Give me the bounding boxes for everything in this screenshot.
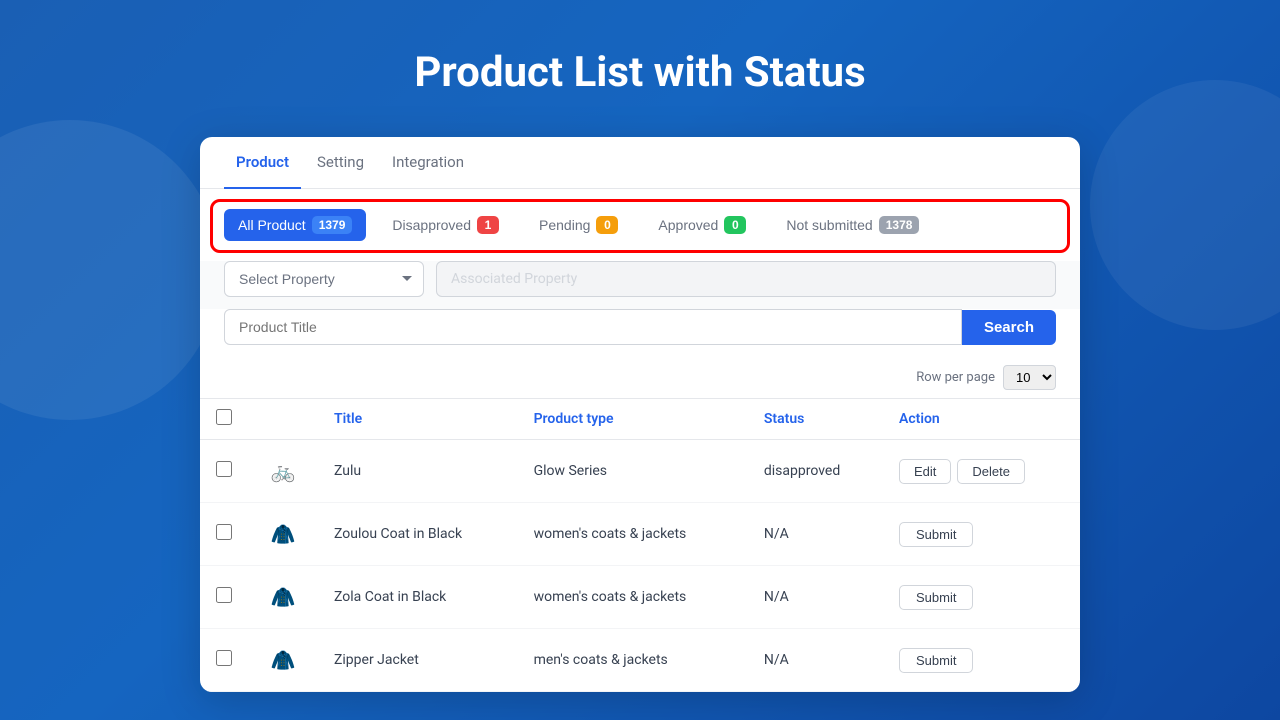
tab-setting[interactable]: Setting	[305, 137, 376, 189]
select-property[interactable]: Select Property	[224, 261, 424, 297]
tab-integration[interactable]: Integration	[380, 137, 476, 189]
product-status: disapproved	[748, 440, 883, 503]
product-type: women's coats & jackets	[518, 566, 748, 629]
filter-pending-badge: 0	[596, 216, 618, 234]
product-type: men's coats & jackets	[518, 629, 748, 692]
submit-button[interactable]: Submit	[899, 648, 973, 673]
search-row: Search	[200, 309, 1080, 357]
submit-button[interactable]: Submit	[899, 585, 973, 610]
tab-product[interactable]: Product	[224, 137, 301, 189]
filter-not-submitted[interactable]: Not submitted 1378	[772, 209, 933, 241]
product-icon-2: 🧥	[264, 578, 302, 616]
filter-not-submitted-label: Not submitted	[786, 217, 872, 233]
product-icon-0: 🚲	[264, 452, 302, 490]
filter-all-label: All Product	[238, 217, 306, 233]
product-icon-1: 🧥	[264, 515, 302, 553]
pagination-row: Row per page 10	[200, 357, 1080, 398]
product-actions: Submit	[883, 503, 1080, 566]
bg-blob-left	[0, 120, 220, 420]
col-title: Title	[318, 399, 518, 440]
product-status: N/A	[748, 629, 883, 692]
product-table: Title Product type Status Action 🚲 ZuluGl…	[200, 398, 1080, 692]
filter-all-product[interactable]: All Product 1379	[224, 209, 366, 241]
filter-approved-badge: 0	[724, 216, 746, 234]
table-row: 🚲ZuluGlow SeriesdisapprovedEditDelete	[200, 440, 1080, 503]
row-per-page-label: Row per page	[916, 370, 995, 385]
product-title: Zola Coat in Black	[318, 566, 518, 629]
product-actions: EditDelete	[883, 440, 1080, 503]
search-input[interactable]	[224, 309, 962, 345]
row-checkbox-2[interactable]	[216, 587, 232, 603]
filter-not-submitted-badge: 1378	[879, 216, 920, 234]
col-action: Action	[883, 399, 1080, 440]
filter-pending[interactable]: Pending 0	[525, 209, 632, 241]
product-status: N/A	[748, 503, 883, 566]
page-title: Product List with Status	[414, 48, 865, 97]
row-checkbox-1[interactable]	[216, 524, 232, 540]
controls-row: Select Property Associated Property	[200, 261, 1080, 309]
tab-bar: Product Setting Integration	[200, 137, 1080, 189]
row-checkbox-3[interactable]	[216, 650, 232, 666]
product-actions: Submit	[883, 566, 1080, 629]
filter-approved[interactable]: Approved 0	[644, 209, 760, 241]
select-all-checkbox[interactable]	[216, 409, 232, 425]
row-checkbox-0[interactable]	[216, 461, 232, 477]
filter-row: All Product 1379 Disapproved 1 Pending 0…	[200, 189, 1080, 261]
filter-all-badge: 1379	[312, 216, 353, 234]
product-title: Zipper Jacket	[318, 629, 518, 692]
delete-button[interactable]: Delete	[957, 459, 1025, 484]
filter-approved-label: Approved	[658, 217, 718, 233]
filter-disapproved[interactable]: Disapproved 1	[378, 209, 513, 241]
product-type: Glow Series	[518, 440, 748, 503]
product-status: N/A	[748, 566, 883, 629]
associated-property-field: Associated Property	[436, 261, 1056, 297]
search-button[interactable]: Search	[962, 310, 1056, 345]
edit-button[interactable]: Edit	[899, 459, 951, 484]
product-type: women's coats & jackets	[518, 503, 748, 566]
product-title: Zoulou Coat in Black	[318, 503, 518, 566]
submit-button[interactable]: Submit	[899, 522, 973, 547]
table-row: 🧥 Zoulou Coat in Blackwomen's coats & jac…	[200, 503, 1080, 566]
filter-pending-label: Pending	[539, 217, 590, 233]
product-icon-3: 🧥	[264, 641, 302, 679]
row-per-page-select[interactable]: 10	[1003, 365, 1056, 390]
col-checkbox	[200, 399, 248, 440]
table-row: 🧥 Zipper Jacketmen's coats & jacketsN/A Su…	[200, 629, 1080, 692]
main-card: Product Setting Integration All Product …	[200, 137, 1080, 692]
col-img	[248, 399, 318, 440]
filter-disapproved-label: Disapproved	[392, 217, 471, 233]
product-title: Zulu	[318, 440, 518, 503]
col-product-type: Product type	[518, 399, 748, 440]
filter-disapproved-badge: 1	[477, 216, 499, 234]
bg-blob-right	[1090, 80, 1280, 330]
product-actions: Submit	[883, 629, 1080, 692]
col-status: Status	[748, 399, 883, 440]
table-row: 🧥 Zola Coat in Blackwomen's coats & jacke…	[200, 566, 1080, 629]
